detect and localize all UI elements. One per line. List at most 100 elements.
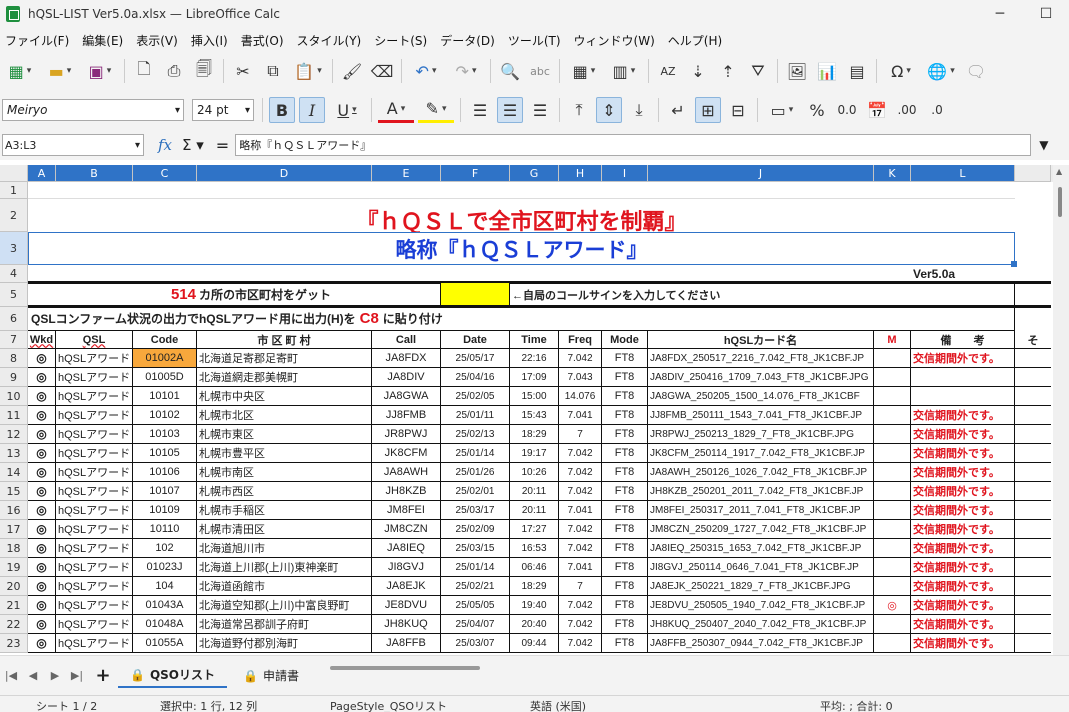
row-header[interactable]: 17: [0, 520, 28, 539]
status-pagestyle[interactable]: PageStyle_QSOリスト: [330, 698, 447, 712]
cell-note[interactable]: 交信期間外です。: [911, 634, 1015, 653]
export-pdf-icon[interactable]: 🗋: [131, 58, 157, 84]
cell-qsl[interactable]: hQSLアワード: [56, 349, 133, 368]
row-header[interactable]: 5: [0, 283, 28, 307]
cell-call[interactable]: JA8IEQ: [372, 539, 441, 558]
row-header[interactable]: 12: [0, 425, 28, 444]
cell-wkd[interactable]: ◎: [28, 406, 56, 425]
row-header[interactable]: 6: [0, 307, 28, 331]
cell-m[interactable]: [874, 387, 911, 406]
cell-wkd[interactable]: ◎: [28, 444, 56, 463]
prev-sheet-icon[interactable]: ◀: [22, 669, 44, 682]
cell-overflow[interactable]: [1015, 387, 1051, 406]
cell-card[interactable]: JA8EJK_250221_1829_7_FT8_JK1CBF.JPG: [648, 577, 874, 596]
cell-card[interactable]: JK8CFM_250114_1917_7.042_FT8_JK1CBF.JP: [648, 444, 874, 463]
menu-view[interactable]: 表示(V): [131, 32, 186, 49]
row-header[interactable]: 11: [0, 406, 28, 425]
font-color-icon[interactable]: A: [378, 97, 414, 123]
delete-decimal-icon[interactable]: .0: [924, 97, 950, 123]
cell-city[interactable]: 北海道網走郡美幌町: [197, 368, 372, 387]
menu-edit[interactable]: 編集(E): [77, 32, 131, 49]
row-header[interactable]: 7: [0, 331, 28, 349]
column-header[interactable]: E: [372, 165, 441, 182]
cell-overflow[interactable]: [1015, 520, 1051, 539]
cell-time[interactable]: 17:09: [510, 368, 559, 387]
cell-wkd[interactable]: ◎: [28, 368, 56, 387]
cell-overflow[interactable]: [1015, 425, 1051, 444]
date-format-icon[interactable]: 📅: [864, 97, 890, 123]
cell-wkd[interactable]: ◎: [28, 482, 56, 501]
cell-time[interactable]: 17:27: [510, 520, 559, 539]
cell-call[interactable]: JA8GWA: [372, 387, 441, 406]
column-header[interactable]: I: [602, 165, 648, 182]
column-header[interactable]: D: [197, 165, 372, 182]
cell-wkd[interactable]: ◎: [28, 596, 56, 615]
cell-qsl[interactable]: hQSLアワード: [56, 596, 133, 615]
spreadsheet-grid[interactable]: A B C D E F G H I J K L 1 2 3 4 5 6 7 8 9 10 11 12 13 14 15 16 17 18 1…: [0, 165, 1053, 655]
wrap-text-icon[interactable]: ↵: [665, 97, 691, 123]
cell-card[interactable]: JM8CZN_250209_1727_7.042_FT8_JK1CBF.JP: [648, 520, 874, 539]
cell-qsl[interactable]: hQSLアワード: [56, 634, 133, 653]
cell-code[interactable]: 10107: [133, 482, 197, 501]
cell-note[interactable]: 交信期間外です。: [911, 520, 1015, 539]
row-header[interactable]: 4: [0, 265, 28, 283]
cell-qsl[interactable]: hQSLアワード: [56, 577, 133, 596]
cell-overflow[interactable]: [1015, 406, 1051, 425]
cell-card[interactable]: JR8PWJ_250213_1829_7_FT8_JK1CBF.JPG: [648, 425, 874, 444]
cell-city[interactable]: 札幌市東区: [197, 425, 372, 444]
minimize-icon[interactable]: ─: [977, 0, 1023, 28]
cell-overflow[interactable]: [1015, 539, 1051, 558]
cell-m[interactable]: [874, 482, 911, 501]
cell-code[interactable]: 01043A: [133, 596, 197, 615]
cell-date[interactable]: 25/02/21: [441, 577, 510, 596]
cell-card[interactable]: JJ8FMB_250111_1543_7.041_FT8_JK1CBF.JP: [648, 406, 874, 425]
cell-overflow[interactable]: [1015, 596, 1051, 615]
header-overflow[interactable]: そ: [1015, 331, 1051, 349]
cell-overflow[interactable]: [1015, 577, 1051, 596]
cell-qsl[interactable]: hQSLアワード: [56, 444, 133, 463]
cell-overflow[interactable]: [1015, 558, 1051, 577]
column-header[interactable]: F: [441, 165, 510, 182]
cell-wkd[interactable]: ◎: [28, 558, 56, 577]
cell-mode[interactable]: FT8: [602, 577, 648, 596]
open-folder-icon[interactable]: ▬: [42, 58, 78, 84]
clear-formatting-icon[interactable]: ⌫: [369, 58, 395, 84]
redo-icon[interactable]: ↷: [448, 58, 484, 84]
formula-icon[interactable]: =: [216, 136, 229, 155]
cell-card[interactable]: JA8IEQ_250315_1653_7.042_FT8_JK1CBF.JP: [648, 539, 874, 558]
cell-m[interactable]: [874, 558, 911, 577]
cell-mode[interactable]: FT8: [602, 349, 648, 368]
cell-code[interactable]: 01055A: [133, 634, 197, 653]
cell-wkd[interactable]: ◎: [28, 387, 56, 406]
sort-ascending-icon[interactable]: ⇣: [685, 58, 711, 84]
column-header[interactable]: K: [874, 165, 911, 182]
cell-city[interactable]: 北海道函館市: [197, 577, 372, 596]
cell-m[interactable]: [874, 501, 911, 520]
cell-note[interactable]: [911, 368, 1015, 387]
cell-code[interactable]: 10110: [133, 520, 197, 539]
cell-qsl[interactable]: hQSLアワード: [56, 615, 133, 634]
cell-freq[interactable]: 7.042: [559, 539, 602, 558]
row-header[interactable]: 10: [0, 387, 28, 406]
column-icon[interactable]: ▥: [606, 58, 642, 84]
cell-time[interactable]: 18:29: [510, 577, 559, 596]
cell-wkd[interactable]: ◎: [28, 539, 56, 558]
cell-wkd[interactable]: ◎: [28, 463, 56, 482]
cell-time[interactable]: 19:17: [510, 444, 559, 463]
cell-m[interactable]: [874, 349, 911, 368]
cell-wkd[interactable]: ◎: [28, 634, 56, 653]
menu-styles[interactable]: スタイル(Y): [292, 32, 370, 49]
align-center-icon[interactable]: ☰: [497, 97, 523, 123]
cell-note[interactable]: 交信期間外です。: [911, 558, 1015, 577]
row-header[interactable]: 20: [0, 577, 28, 596]
sort-icon[interactable]: AZ: [655, 58, 681, 84]
count-label[interactable]: カ所の市区町村をゲット: [197, 283, 441, 307]
header-wkd[interactable]: Wkd: [28, 331, 56, 349]
cell-m[interactable]: [874, 615, 911, 634]
header-code[interactable]: Code: [133, 331, 197, 349]
cell-qsl[interactable]: hQSLアワード: [56, 520, 133, 539]
cell-note[interactable]: 交信期間外です。: [911, 482, 1015, 501]
cell-freq[interactable]: 7.042: [559, 482, 602, 501]
cell-call[interactable]: JA8AWH: [372, 463, 441, 482]
insert-image-icon[interactable]: 🖼: [784, 58, 810, 84]
